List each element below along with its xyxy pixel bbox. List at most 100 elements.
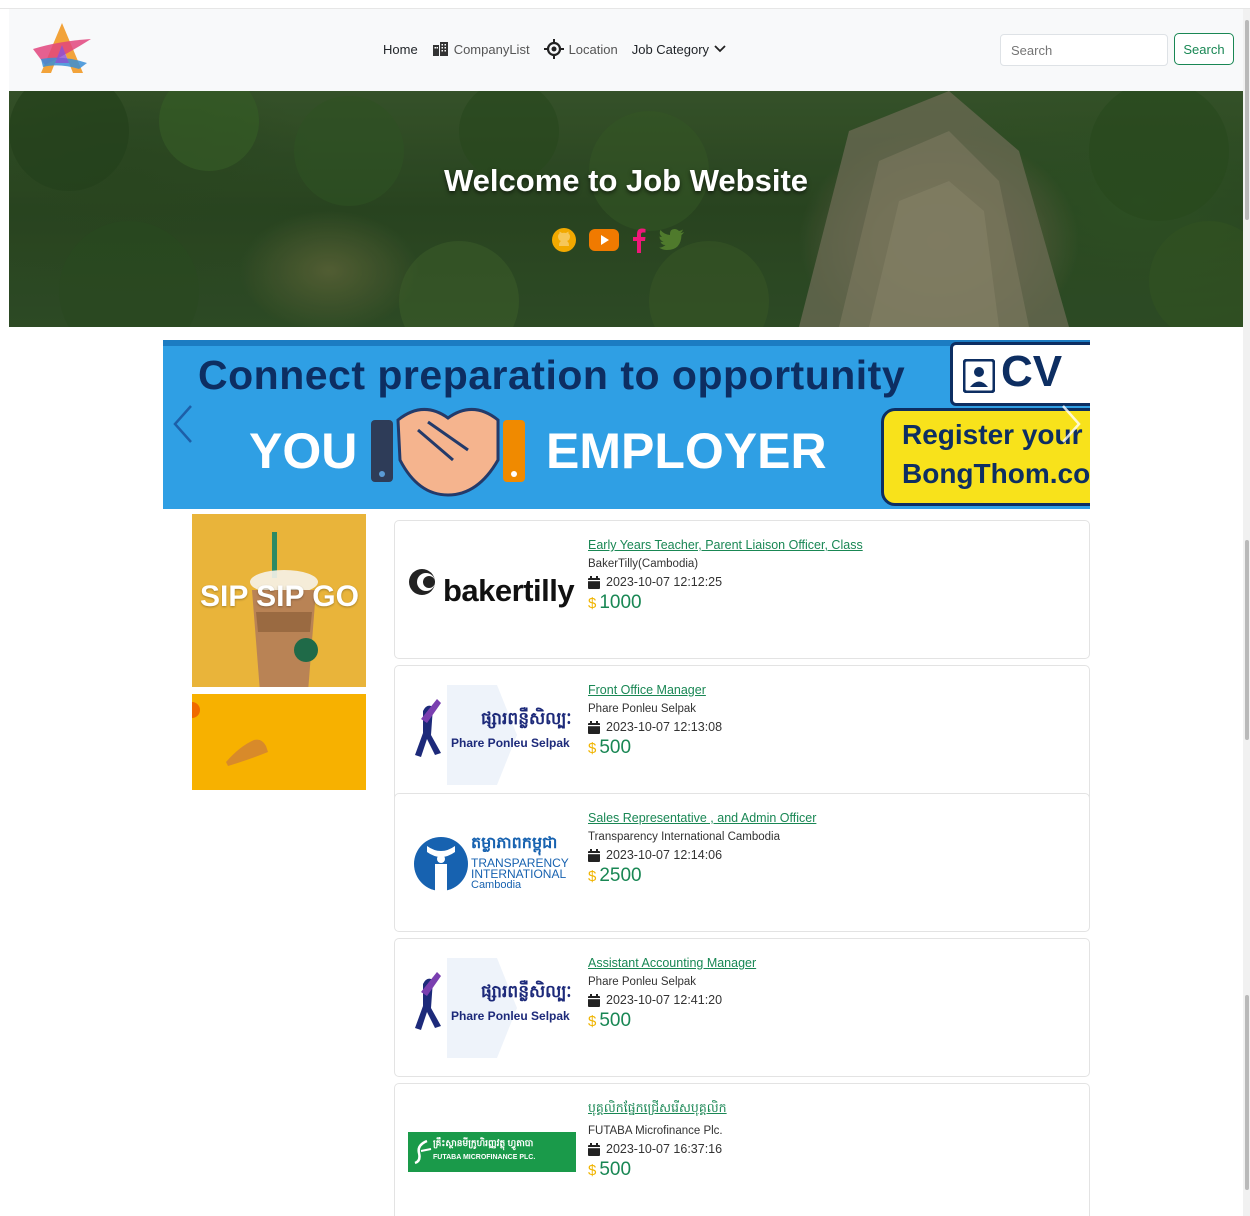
dollar-icon: $ [588,1013,597,1030]
phare-logo-text: Phare Ponleu Selpak [451,1009,570,1023]
job-salary: $ 500 [588,1010,756,1032]
job-title-link[interactable]: Assistant Accounting Manager [588,956,756,970]
dollar-icon: $ [588,740,597,757]
company-logo-futaba: គ្រឹះស្ថានមីក្រូហិរញ្ញវត្ថុ ហ្វូតាបា FUT… [407,1096,577,1210]
facebook-icon[interactable] [631,227,647,258]
job-date: 2023-10-07 12:14:06 [588,848,816,862]
social-links [551,227,685,258]
job-card[interactable]: គ្រឹះស្ថានមីក្រូហិរញ្ញវត្ថុ ហ្វូតាបា FUT… [394,1083,1090,1216]
twitter-icon[interactable] [659,229,685,256]
job-salary-amount: 500 [599,1010,632,1031]
job-info: Assistant Accounting Manager Phare Ponle… [588,956,756,1032]
nav-company-list-label: CompanyList [453,41,530,57]
job-date-text: 2023-10-07 12:41:20 [606,993,723,1007]
job-date-text: 2023-10-07 12:12:25 [606,575,723,589]
chevron-down-icon [714,45,726,53]
dollar-icon: $ [588,595,597,612]
banner-employer-text: EMPLOYER [546,423,827,479]
calendar-icon [588,993,600,1007]
job-date: 2023-10-07 12:41:20 [588,993,756,1007]
nav-company-list[interactable]: CompanyList [432,42,530,57]
job-info: Front Office Manager Phare Ponleu Selpak… [588,683,722,759]
hero-banner: Welcome to Job Website [9,91,1243,327]
job-card[interactable]: តម្លាភាពកម្ពុជា TRANSPARENCY INTERNATION… [394,793,1090,932]
register-line-2: BongThom.com [902,458,1090,489]
job-salary-amount: 1000 [599,592,642,613]
job-date: 2023-10-07 12:12:25 [588,575,863,589]
search-input[interactable] [1000,34,1168,66]
job-card[interactable]: ផ្សារពន្លឺសិល្បៈ Phare Ponleu Selpak Fro… [394,665,1090,804]
register-line-1: Register your [902,419,1083,450]
cv-label: CV [1001,347,1063,396]
job-title-link[interactable]: បុគ្គលិកផ្នែកជ្រើសរើសបុគ្គលិក [588,1101,727,1119]
scrollbar-thumb[interactable] [1245,540,1249,740]
futaba-logo-text: FUTABA MICROFINANCE PLC. [433,1154,536,1161]
job-company: Transparency International Cambodia [588,831,780,843]
phare-logo-khmer: ផ្សារពន្លឺសិល្បៈ [481,709,572,728]
github-icon[interactable] [551,227,577,258]
futaba-logo-khmer: គ្រឹះស្ថានមីក្រូហិរញ្ញវត្ថុ ហ្វូតាបា [433,1138,534,1148]
navbar: Home CompanyList Location Job Category S… [9,9,1243,91]
banner-headline: Connect preparation to opportunity [198,352,906,398]
banner-you-text: YOU [249,423,358,479]
company-logo-phare: ផ្សារពន្លឺសិល្បៈ Phare Ponleu Selpak [407,951,577,1065]
calendar-icon [588,1142,600,1156]
hero-title: Welcome to Job Website [443,163,809,198]
calendar-icon [588,575,600,589]
job-company: Phare Ponleu Selpak [588,703,697,715]
job-title-link[interactable]: Sales Representative , and Admin Officer [588,811,816,825]
side-ad-drink[interactable]: SIP SIP GO [192,514,366,687]
job-title-link[interactable]: Early Years Teacher, Parent Liaison Offi… [588,538,863,552]
job-date: 2023-10-07 12:13:08 [588,720,722,734]
nav-job-category-label: Job Category [631,41,710,57]
nav-home[interactable]: Home [383,42,418,57]
calendar-icon [588,720,600,734]
search-button[interactable]: Search [1174,33,1234,65]
location-crosshair-icon [543,39,564,59]
job-info: Early Years Teacher, Parent Liaison Offi… [588,538,863,614]
shoe-image [192,702,268,766]
company-logo-phare: ផ្សារពន្លឺសិល្បៈ Phare Ponleu Selpak [407,678,577,792]
job-card[interactable]: bakertilly Early Years Teacher, Parent L… [394,520,1090,659]
job-salary: $ 1000 [588,592,863,614]
main-nav: Home CompanyList Location Job Category [383,39,726,59]
dollar-icon: $ [588,1162,597,1179]
transparency-logo-khmer: តម្លាភាពកម្ពុជា [471,835,558,852]
carousel-prev-icon[interactable] [171,404,195,444]
side-ad-shoe[interactable] [192,694,366,790]
futaba-logo-mark [414,1139,432,1165]
cv-card: CV [950,342,1090,406]
youtube-icon[interactable] [589,229,619,256]
job-card[interactable]: ផ្សារពន្លឺសិល្បៈ Phare Ponleu Selpak Ass… [394,938,1090,1077]
dollar-icon: $ [588,868,597,885]
job-salary: $ 2500 [588,865,816,887]
job-company: FUTABA Microfinance Plc. [588,1125,723,1137]
nav-home-label: Home [383,41,418,57]
job-date-text: 2023-10-07 16:37:16 [606,1142,723,1156]
scrollbar-thumb[interactable] [1245,995,1249,1190]
scrollbar-thumb[interactable] [1245,20,1249,220]
job-salary: $ 500 [588,737,722,759]
phare-logo-mark [415,685,517,785]
nav-location[interactable]: Location [543,39,618,59]
site-logo[interactable] [29,19,95,81]
nav-job-category-dropdown[interactable]: Job Category [632,42,726,57]
job-date-text: 2023-10-07 12:13:08 [606,720,723,734]
job-company: Phare Ponleu Selpak [588,976,697,988]
browser-top-edge [0,0,1250,9]
job-salary-amount: 2500 [599,865,642,886]
promo-carousel[interactable]: Connect preparation to opportunity YOU E… [163,340,1090,509]
ad-drink-text: SIP SIP GO [200,580,359,613]
job-salary-amount: 500 [599,1159,632,1180]
job-salary-amount: 500 [599,737,632,758]
job-salary: $ 500 [588,1159,727,1181]
phare-logo-text: Phare Ponleu Selpak [451,736,570,750]
nav-location-label: Location [568,41,618,57]
calendar-icon [588,848,600,862]
phare-logo-khmer: ផ្សារពន្លឺសិល្បៈ [481,982,572,1001]
phare-logo-mark [415,958,517,1058]
transparency-globe-icon [414,837,468,892]
carousel-next-icon[interactable] [1059,404,1083,444]
job-title-link[interactable]: Front Office Manager [588,683,722,697]
job-date: 2023-10-07 16:37:16 [588,1142,727,1156]
